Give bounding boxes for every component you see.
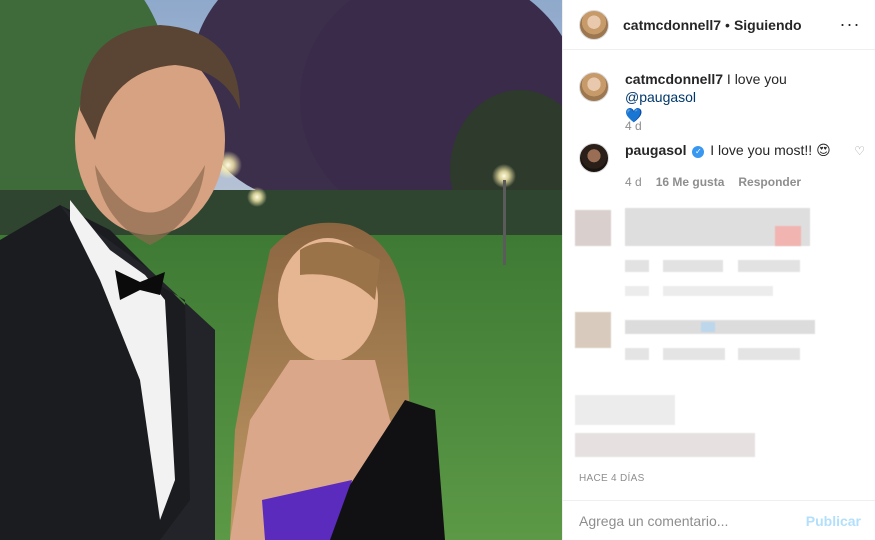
author-username[interactable]: catmcdonnell7 [623, 17, 721, 33]
header-separator: • [725, 16, 730, 33]
post-header: catmcdonnell7 • Siguiendo ··· [563, 0, 875, 50]
caption-avatar[interactable] [579, 72, 609, 102]
photo-illustration [0, 0, 562, 540]
follow-status-button[interactable]: Siguiendo [734, 17, 802, 33]
caption-meta: 4 d [625, 119, 642, 133]
post-timestamp[interactable]: HACE 4 DÍAS [579, 473, 645, 484]
reply-meta: 4 d 16 Me gusta Responder [625, 175, 801, 189]
caption-username[interactable]: catmcdonnell7 [625, 71, 723, 87]
reply-comment: paugasol ✓ I love you most!! 😍 ♡ [563, 141, 875, 173]
post-photo[interactable] [0, 0, 562, 540]
caption-comment: catmcdonnell7 I love you @paugasol 💙 [563, 70, 875, 124]
heart-eyes-emoji-icon: 😍 [816, 142, 831, 158]
comment-input[interactable] [579, 512, 806, 529]
reply-likes-count[interactable]: 16 Me gusta [656, 175, 725, 189]
add-comment-bar: Publicar [563, 500, 875, 540]
caption-time[interactable]: 4 d [625, 119, 642, 133]
reply-avatar[interactable] [579, 143, 609, 173]
reply-username[interactable]: paugasol [625, 142, 686, 158]
reply-time[interactable]: 4 d [625, 175, 642, 189]
more-options-icon[interactable]: ··· [839, 13, 861, 35]
caption-mention-link[interactable]: @paugasol [625, 89, 696, 105]
verified-badge-icon: ✓ [692, 146, 705, 158]
author-avatar[interactable] [579, 9, 609, 40]
caption-text: catmcdonnell7 I love you @paugasol 💙 [625, 70, 875, 124]
comments-panel: catmcdonnell7 • Siguiendo ··· catmcdonne… [562, 0, 875, 540]
caption-message: I love you [726, 71, 787, 87]
like-comment-heart-icon[interactable]: ♡ [854, 144, 865, 158]
reply-message: I love you most!! [710, 142, 813, 158]
publish-button[interactable]: Publicar [806, 513, 861, 529]
comments-list[interactable]: catmcdonnell7 I love you @paugasol 💙 4 d… [563, 50, 875, 460]
reply-text: paugasol ✓ I love you most!! 😍 [625, 141, 875, 159]
reply-button[interactable]: Responder [738, 175, 801, 189]
